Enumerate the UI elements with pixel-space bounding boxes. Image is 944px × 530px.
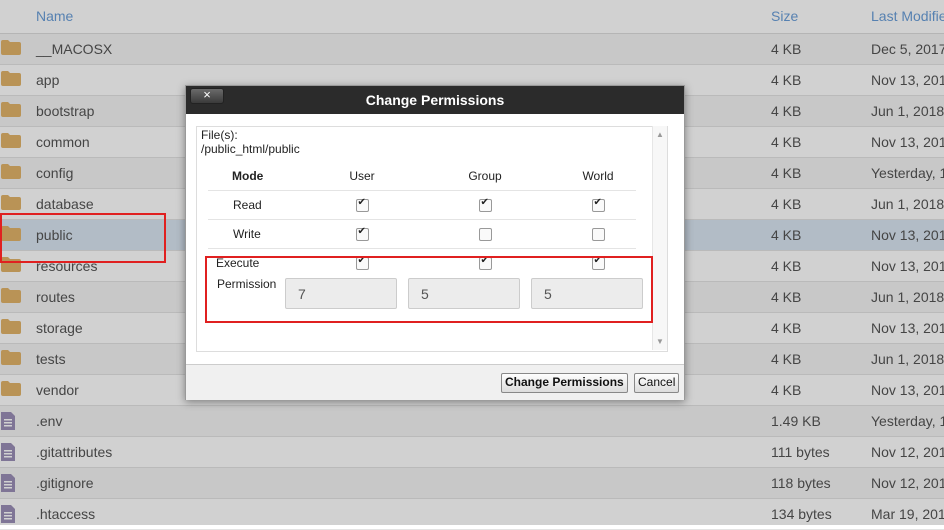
permission-cell [560,248,636,277]
user-checkbox[interactable] [355,197,369,213]
permission-cell [314,219,410,249]
group-checkbox[interactable] [478,228,492,242]
scroll-up-icon[interactable]: ▲ [656,130,664,139]
permission-row: Read [208,190,636,220]
files-label: File(s): [201,128,238,142]
column-group: Group [468,169,502,183]
permissions-table: Mode User Group World ReadWriteExecute [208,162,636,277]
permission-row-label: Execute [208,248,314,277]
permission-row-label: Write [208,219,314,249]
permission-row-label: Read [208,190,314,220]
permission-row: Execute [208,248,636,277]
permission-cell [314,190,410,220]
permission-cell [410,248,560,277]
change-permissions-button[interactable]: Change Permissions [501,373,628,393]
scroll-down-icon[interactable]: ▼ [656,337,664,346]
column-mode: Mode [232,169,264,183]
permission-cell [410,219,560,249]
world-checkbox[interactable] [591,197,605,213]
change-permissions-dialog: Change Permissions × ▲ ▼ File(s): /publi… [185,85,685,400]
permission-user-field[interactable]: 7 [285,278,397,309]
column-user: User [349,169,375,183]
group-checkbox[interactable] [478,255,492,271]
permission-group-field[interactable]: 5 [408,278,520,309]
user-checkbox[interactable] [355,255,369,271]
permission-cell [314,248,410,277]
group-checkbox[interactable] [478,197,492,213]
user-checkbox[interactable] [355,226,369,242]
cancel-button[interactable]: Cancel [634,373,680,393]
permission-world-field[interactable]: 5 [531,278,643,309]
close-icon: × [203,87,211,102]
world-checkbox[interactable] [591,255,605,271]
permissions-header-row: Mode User Group World [208,162,636,191]
permission-cell [560,190,636,220]
world-checkbox[interactable] [591,228,605,242]
dialog-footer: Change Permissions Cancel [186,364,684,400]
permission-cell [410,190,560,220]
permission-label: Permission [217,277,277,291]
dialog-scrollbar[interactable]: ▲ ▼ [652,126,667,350]
permission-cell [560,219,636,249]
close-button[interactable]: × [190,88,224,104]
files-path: /public_html/public [201,142,300,156]
permission-row: Write [208,219,636,249]
dialog-title: Change Permissions [186,86,684,114]
column-world: World [582,169,614,183]
